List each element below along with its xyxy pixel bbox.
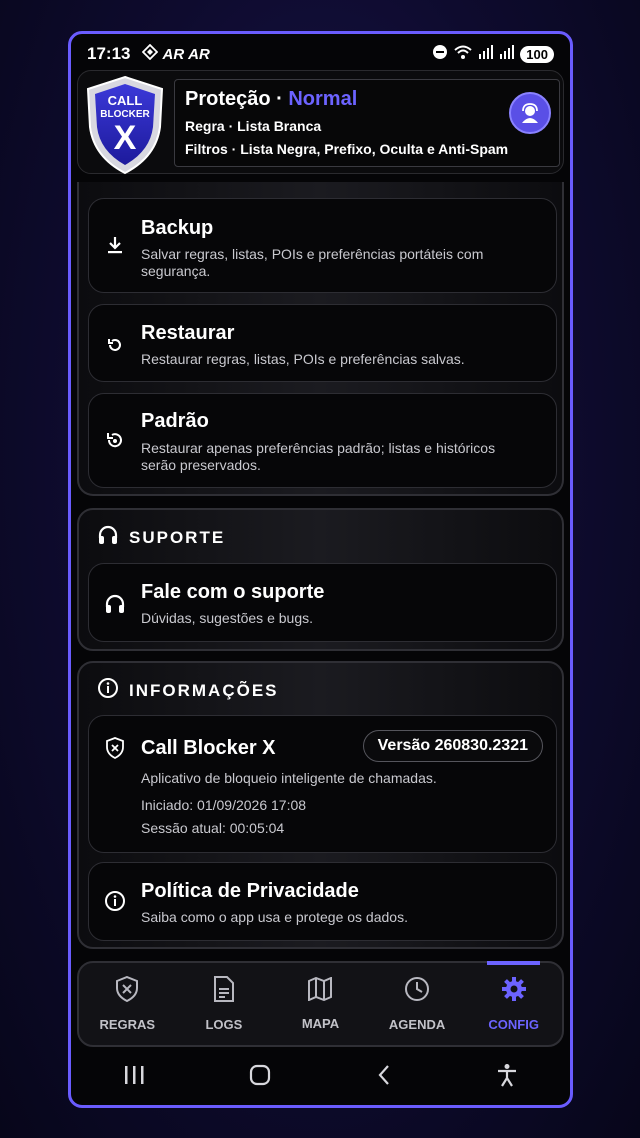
nav-label: LOGS [205, 1017, 243, 1032]
backup-title: Backup [141, 217, 214, 239]
info-label: INFORMAÇÕES [129, 680, 279, 700]
protection-mode: Normal [288, 88, 358, 110]
status-time: 17:13 [87, 44, 131, 63]
default-desc: Restaurar apenas preferências padrão; li… [141, 440, 496, 473]
nav-logs[interactable]: LOGS [176, 963, 273, 1045]
phone-frame: 17:13 AR AR 100 CALL BLOCKER X Proteção … [68, 31, 573, 1108]
status-right: 100 [432, 44, 554, 65]
logo-text-call: CALL [108, 93, 143, 108]
download-icon [103, 233, 127, 257]
restore-title: Restaurar [141, 322, 235, 344]
shield-x-icon [103, 736, 127, 760]
logo-text-x: X [114, 119, 137, 157]
contact-support-item[interactable]: Fale com o suporte Dúvidas, sugestões e … [88, 563, 557, 642]
info-icon [103, 889, 127, 913]
recent-apps-icon[interactable] [123, 1065, 145, 1090]
nav-agenda[interactable]: AGENDA [369, 963, 466, 1045]
backup-section: Backup Salvar regras, listas, POIs e pre… [77, 182, 564, 496]
reset-icon [103, 428, 127, 452]
bottom-nav: REGRAS LOGS MAPA AGENDA CONFIG [77, 961, 564, 1047]
backup-item[interactable]: Backup Salvar regras, listas, POIs e pre… [88, 198, 557, 293]
status-bar: 17:13 AR AR 100 [71, 34, 570, 74]
app-logo: CALL BLOCKER X [84, 75, 166, 175]
app-info-card: Call Blocker X Versão 260830.2321 Aplica… [88, 715, 557, 853]
nav-regras[interactable]: REGRAS [79, 963, 176, 1045]
nav-label: CONFIG [488, 1017, 539, 1032]
dnd-icon [432, 44, 448, 65]
nav-label: AGENDA [388, 1017, 446, 1032]
accessibility-icon[interactable] [496, 1063, 518, 1092]
back-icon[interactable] [376, 1064, 392, 1091]
privacy-desc: Saiba como o app usa e protege os dados. [141, 909, 408, 925]
privacy-policy-item[interactable]: Política de Privacidade Saiba como o app… [88, 862, 557, 941]
info-header: INFORMAÇÕES [97, 677, 279, 704]
info-section: INFORMAÇÕES Call Blocker X Versão 260830… [77, 661, 564, 949]
status-left: 17:13 AR AR [87, 43, 210, 65]
profile-button[interactable] [509, 92, 551, 134]
gear-icon [501, 976, 527, 1007]
signal-icon [499, 44, 515, 64]
support-agent-icon [522, 103, 538, 123]
support-header: SUPORTE [97, 524, 225, 551]
backup-desc: Salvar regras, listas, POIs e preferênci… [141, 246, 484, 279]
shield-x-icon [115, 975, 139, 1007]
info-icon [97, 677, 119, 704]
ar-icon: AR [162, 45, 185, 63]
nav-label: REGRAS [99, 1017, 156, 1032]
map-icon [307, 976, 333, 1006]
support-label: SUPORTE [129, 527, 226, 547]
protection-title: Proteção · Normal [185, 88, 549, 111]
signal-icon [478, 44, 494, 64]
default-item[interactable]: Padrão Restaurar apenas preferências pad… [88, 393, 557, 488]
rule-summary: Regra · Lista Branca [185, 118, 322, 134]
restore-icon [103, 333, 127, 357]
protection-header: CALL BLOCKER X Proteção · Normal Regra ·… [77, 70, 564, 175]
battery-indicator: 100 [520, 45, 554, 63]
support-section: SUPORTE Fale com o suporte Dúvidas, suge… [77, 508, 564, 651]
started-at: Iniciado: 01/09/2026 17:08 [141, 797, 307, 813]
system-navigation [71, 1049, 570, 1105]
filters-summary: Filtros · Lista Negra, Prefixo, Oculta e… [185, 141, 509, 157]
ar-icon: AR [188, 45, 210, 63]
nav-label: MAPA [301, 1016, 340, 1031]
privacy-title: Política de Privacidade [141, 880, 359, 902]
home-icon[interactable] [249, 1064, 271, 1091]
restore-desc: Restaurar regras, listas, POIs e preferê… [141, 351, 465, 367]
protection-title-prefix: Proteção · [185, 88, 289, 110]
version-badge: Versão 260830.2321 [362, 730, 543, 762]
headset-icon [97, 524, 119, 551]
headset-icon [103, 592, 127, 616]
nav-config[interactable]: CONFIG [465, 961, 562, 1045]
wifi-icon [453, 44, 473, 65]
protection-summary: Proteção · Normal Regra · Lista Branca F… [174, 79, 560, 167]
document-icon [213, 976, 235, 1007]
app-name: Call Blocker X [141, 737, 276, 759]
restore-item[interactable]: Restaurar Restaurar regras, listas, POIs… [88, 304, 557, 382]
contact-support-desc: Dúvidas, sugestões e bugs. [141, 610, 313, 626]
session-time: Sessão atual: 00:05:04 [141, 820, 285, 836]
clock-icon [404, 976, 430, 1007]
nav-mapa[interactable]: MAPA [272, 963, 369, 1045]
app-description: Aplicativo de bloqueio inteligente de ch… [141, 770, 437, 786]
diamond-icon [142, 43, 159, 65]
contact-support-title: Fale com o suporte [141, 581, 325, 603]
default-title: Padrão [141, 410, 209, 432]
